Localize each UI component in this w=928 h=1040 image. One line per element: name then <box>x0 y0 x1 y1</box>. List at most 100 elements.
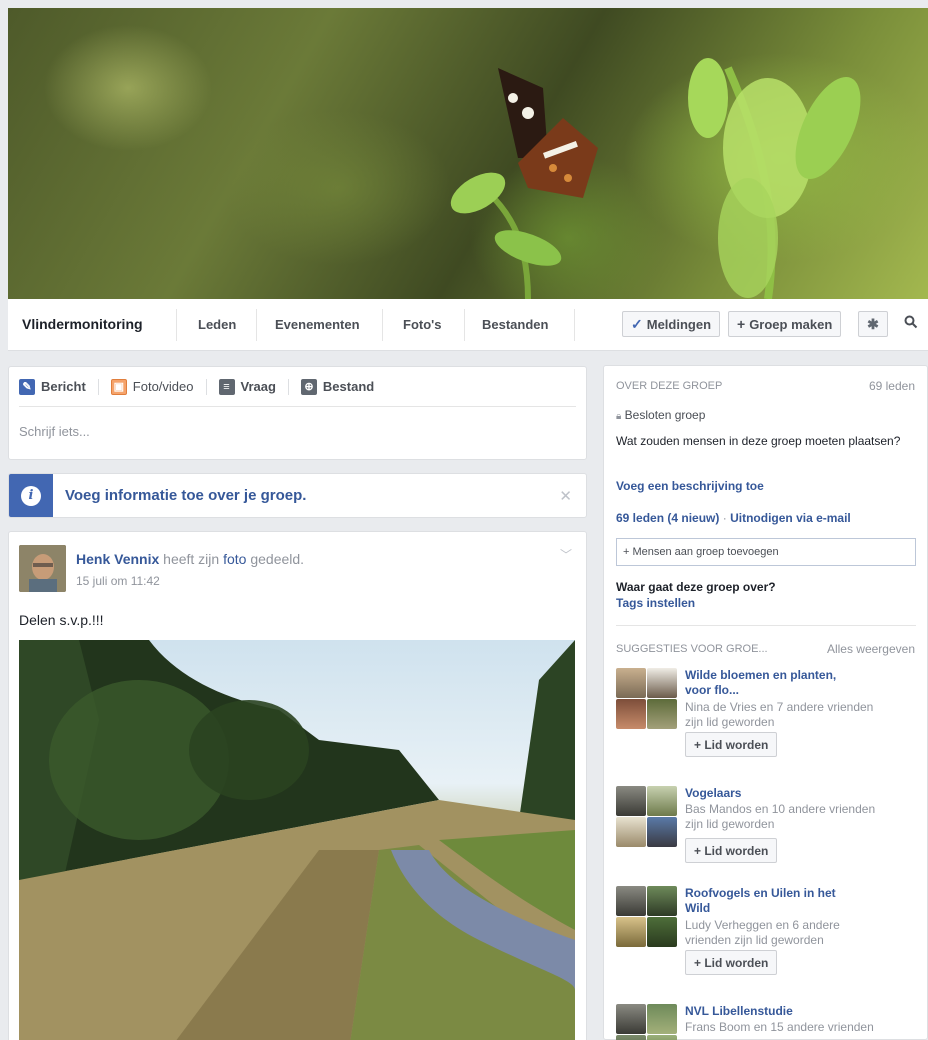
search-icon[interactable] <box>904 315 918 332</box>
sidebar-divider <box>616 625 916 626</box>
suggestion-name[interactable]: Vogelaars <box>685 786 741 801</box>
join-group-button[interactable]: + Lid worden <box>685 732 778 757</box>
composer-tabs: ✎ Bericht ▣ Foto/video ≡ Vraag ⊕ Bestand <box>19 367 576 407</box>
create-group-button[interactable]: + Groep maken <box>728 311 842 337</box>
photo-icon: ▣ <box>110 378 127 395</box>
tab-bestanden[interactable]: Bestanden <box>482 317 548 332</box>
post-action-prefix: heeft zijn <box>163 551 220 567</box>
member-avatar <box>616 668 646 698</box>
member-thumbnails <box>616 886 678 948</box>
notifications-button[interactable]: ✓ Meldingen <box>622 311 721 337</box>
member-avatar <box>647 699 677 729</box>
about-heading: OVER DEZE GROEP <box>616 380 723 392</box>
add-group-info-link[interactable]: Voeg informatie toe over je groep. <box>65 487 306 504</box>
member-avatar <box>647 1004 677 1034</box>
suggestion-members: Bas Mandos en 10 andere vrienden zijn li… <box>685 802 876 831</box>
post-header: Henk Vennix heeft zijn foto gedeeld. <box>76 551 304 567</box>
composer-tab-vraag[interactable]: ≡ Vraag <box>218 378 276 395</box>
member-thumbnails <box>616 668 678 730</box>
feed-post: Henk Vennix heeft zijn foto gedeeld. 15 … <box>8 531 587 1040</box>
cover-photo[interactable] <box>8 8 928 299</box>
composer-tab-bestand[interactable]: ⊕ Bestand <box>300 378 375 395</box>
group-question: Wat zouden mensen in deze groep moeten p… <box>616 434 901 448</box>
nav-divider <box>574 309 575 341</box>
member-thumbnails <box>616 786 678 848</box>
member-avatar <box>616 1004 646 1034</box>
members-link[interactable]: 69 leden <box>616 511 664 525</box>
member-avatar <box>647 817 677 847</box>
member-avatar <box>616 817 646 847</box>
add-people-input[interactable]: + Mensen aan groep toevoegen <box>616 538 916 566</box>
tab-leden[interactable]: Leden <box>198 317 236 332</box>
composer-tab-label: Vraag <box>240 379 276 394</box>
post-action-suffix: gedeeld. <box>250 551 305 567</box>
group-suggestion: Wilde bloemen en planten, voor flo... Ni… <box>616 668 921 778</box>
join-group-button[interactable]: + Lid worden <box>685 950 778 975</box>
member-thumbnails <box>616 1004 678 1040</box>
new-members-link[interactable]: (4 nieuw) <box>667 511 719 525</box>
close-icon[interactable]: ✕ <box>559 487 572 505</box>
member-avatar <box>616 786 646 816</box>
group-suggestion: Roofvogels en Uilen in het Wild Ludy Ver… <box>616 886 921 996</box>
composer-input[interactable]: Schrijf iets... <box>9 407 586 456</box>
nav-divider <box>176 309 177 341</box>
post-photo[interactable] <box>19 640 575 1040</box>
suggestions-heading: SUGGESTIES VOOR GROE... <box>616 643 768 655</box>
chevron-down-icon[interactable]: ﹀ <box>560 546 572 563</box>
info-icon: i <box>9 474 53 517</box>
post-photo-link[interactable]: foto <box>223 551 246 567</box>
pencil-icon: ✎ <box>19 378 35 395</box>
notifications-label: Meldingen <box>646 316 712 332</box>
member-avatar <box>647 886 677 916</box>
check-icon: ✓ <box>631 315 643 332</box>
nav-divider <box>256 309 257 341</box>
group-nav-bar: Vlindermonitoring Leden Evenementen Foto… <box>8 299 928 351</box>
tab-divider <box>205 378 207 395</box>
suggestion-name[interactable]: NVL Libellenstudie <box>685 1004 793 1019</box>
privacy-label: Besloten groep <box>624 408 706 422</box>
group-name[interactable]: Vlindermonitoring <box>22 316 143 332</box>
member-avatar <box>647 1035 677 1040</box>
gear-icon: ✱ <box>867 315 879 332</box>
composer-tab-label: Foto/video <box>132 379 194 394</box>
cover-photo-art <box>450 58 861 299</box>
composer-tab-bericht[interactable]: ✎ Bericht <box>19 378 86 395</box>
composer-tab-foto-video[interactable]: ▣ Foto/video <box>110 378 194 395</box>
group-suggestion: NVL Libellenstudie Frans Boom en 15 ande… <box>616 1004 921 1040</box>
about-question: Waar gaat deze groep over? <box>616 580 776 594</box>
show-all-link[interactable]: Alles weergeven <box>827 642 915 656</box>
nav-divider <box>464 309 465 341</box>
join-group-button[interactable]: + Lid worden <box>685 838 778 863</box>
tab-divider <box>97 378 99 395</box>
group-sidebar: OVER DEZE GROEP 69 leden 🔒︎ Besloten gro… <box>603 365 928 1040</box>
post-timestamp[interactable]: 15 juli om 11:42 <box>76 574 160 588</box>
member-avatar <box>647 917 677 947</box>
member-count-link[interactable]: 69 leden <box>869 379 915 393</box>
suggestion-name[interactable]: Roofvogels en Uilen in het Wild <box>685 886 836 916</box>
add-description-link[interactable]: Voeg een beschrijving toe <box>616 479 764 493</box>
set-tags-link[interactable]: Tags instellen <box>616 596 695 610</box>
invite-email-link[interactable]: Uitnodigen via e-mail <box>730 511 851 525</box>
tab-fotos[interactable]: Foto's <box>403 317 441 332</box>
member-avatar <box>616 1035 646 1040</box>
tab-evenementen[interactable]: Evenementen <box>275 317 360 332</box>
member-avatar <box>616 699 646 729</box>
create-group-label: Groep maken <box>749 316 833 332</box>
suggestion-members: Ludy Verheggen en 6 andere vrienden zijn… <box>685 918 840 947</box>
post-text: Delen s.v.p.!!! <box>19 612 104 628</box>
suggestion-members: Nina de Vries en 7 andere vrienden zijn … <box>685 700 874 729</box>
plus-icon: + <box>737 316 746 332</box>
composer-tab-label: Bericht <box>41 379 86 394</box>
author-name[interactable]: Henk Vennix <box>76 551 159 567</box>
suggestion-name[interactable]: Wilde bloemen en planten, voor flo... <box>685 668 836 698</box>
suggestion-members: Frans Boom en 15 andere vrienden <box>685 1020 874 1034</box>
composer-tab-label: Bestand <box>322 379 375 394</box>
privacy-status: 🔒︎ Besloten groep <box>616 408 705 424</box>
nav-divider <box>382 309 383 341</box>
lock-icon: 🔒︎ <box>616 411 622 422</box>
author-avatar[interactable] <box>19 545 66 592</box>
settings-button[interactable]: ✱ <box>858 311 888 337</box>
group-info-banner: i Voeg informatie toe over je groep. ✕ <box>8 473 587 518</box>
group-suggestion: Vogelaars Bas Mandos en 10 andere vriend… <box>616 786 921 876</box>
member-avatar <box>616 886 646 916</box>
